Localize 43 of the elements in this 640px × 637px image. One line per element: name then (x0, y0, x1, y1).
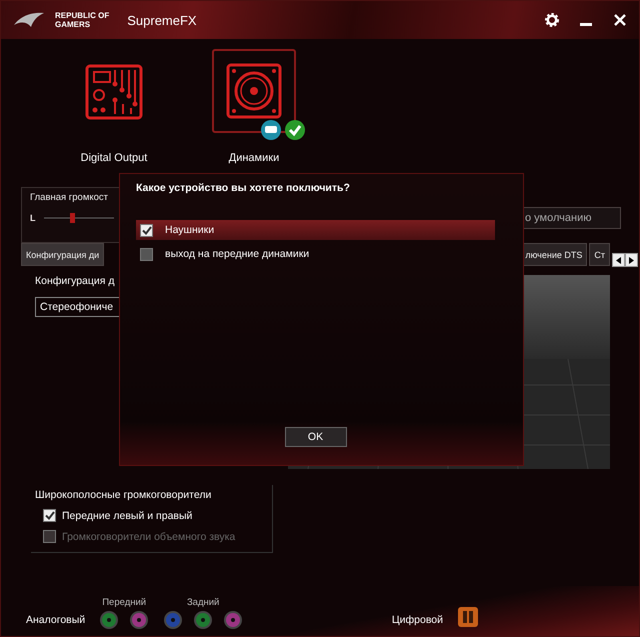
channel-label: L (30, 213, 36, 223)
circuit-board-icon (85, 64, 143, 120)
scroll-left-button[interactable] (612, 253, 625, 267)
config-label: Конфигурация д (35, 275, 115, 287)
brand-logo: REPUBLIC OF GAMERS (55, 11, 110, 29)
checkbox[interactable] (43, 509, 56, 522)
ok-button[interactable]: OK (284, 427, 346, 447)
window-title: SupremeFX (127, 12, 197, 28)
audio-jack-icon[interactable] (223, 610, 244, 630)
chat-badge-icon (260, 119, 282, 141)
right-arrow-icon (629, 256, 634, 264)
default-button[interactable]: о умолчанию (523, 207, 621, 229)
settings-button[interactable] (543, 11, 561, 29)
tab[interactable]: лючение DTS (522, 243, 588, 266)
tab[interactable]: Ст (589, 243, 610, 266)
checkbox[interactable] (140, 248, 153, 260)
settings-icon (544, 12, 560, 28)
group-title: Широкополосные громкоговорители (35, 489, 212, 501)
checkbox[interactable] (140, 224, 153, 236)
tab[interactable]: Конфигурация ди (21, 243, 104, 266)
digital-label: Цифровой (392, 614, 443, 628)
close-icon (613, 13, 627, 27)
digital-port-icon[interactable] (457, 606, 479, 628)
dialog-title: Какое устройство вы хотете поключить? (136, 182, 351, 194)
device-option[interactable]: выход на передние динамики (136, 244, 495, 264)
analog-label: Аналоговый (26, 614, 86, 628)
left-arrow-icon (616, 256, 621, 264)
jack-group-label: Передний (102, 597, 146, 608)
minimize-icon (580, 22, 592, 26)
checkbox-option[interactable]: Передние левый и правый (35, 509, 268, 522)
audio-jack-icon[interactable] (99, 610, 120, 630)
device-tile[interactable]: Digital Output (58, 39, 170, 169)
logo-icon (13, 11, 45, 29)
scroll-right-button[interactable] (625, 253, 638, 267)
device-option[interactable]: Наушники (136, 220, 495, 240)
speaker-icon (226, 63, 282, 119)
slider-thumb[interactable] (70, 213, 74, 223)
jack-group-label: Задний (186, 597, 220, 608)
audio-jack-icon[interactable] (129, 610, 150, 630)
device-tile[interactable]: Динамики (198, 39, 310, 169)
checkmark-badge-icon (284, 119, 306, 141)
audio-jack-icon[interactable] (193, 610, 214, 630)
volume-title: Главная громкост (30, 192, 110, 203)
